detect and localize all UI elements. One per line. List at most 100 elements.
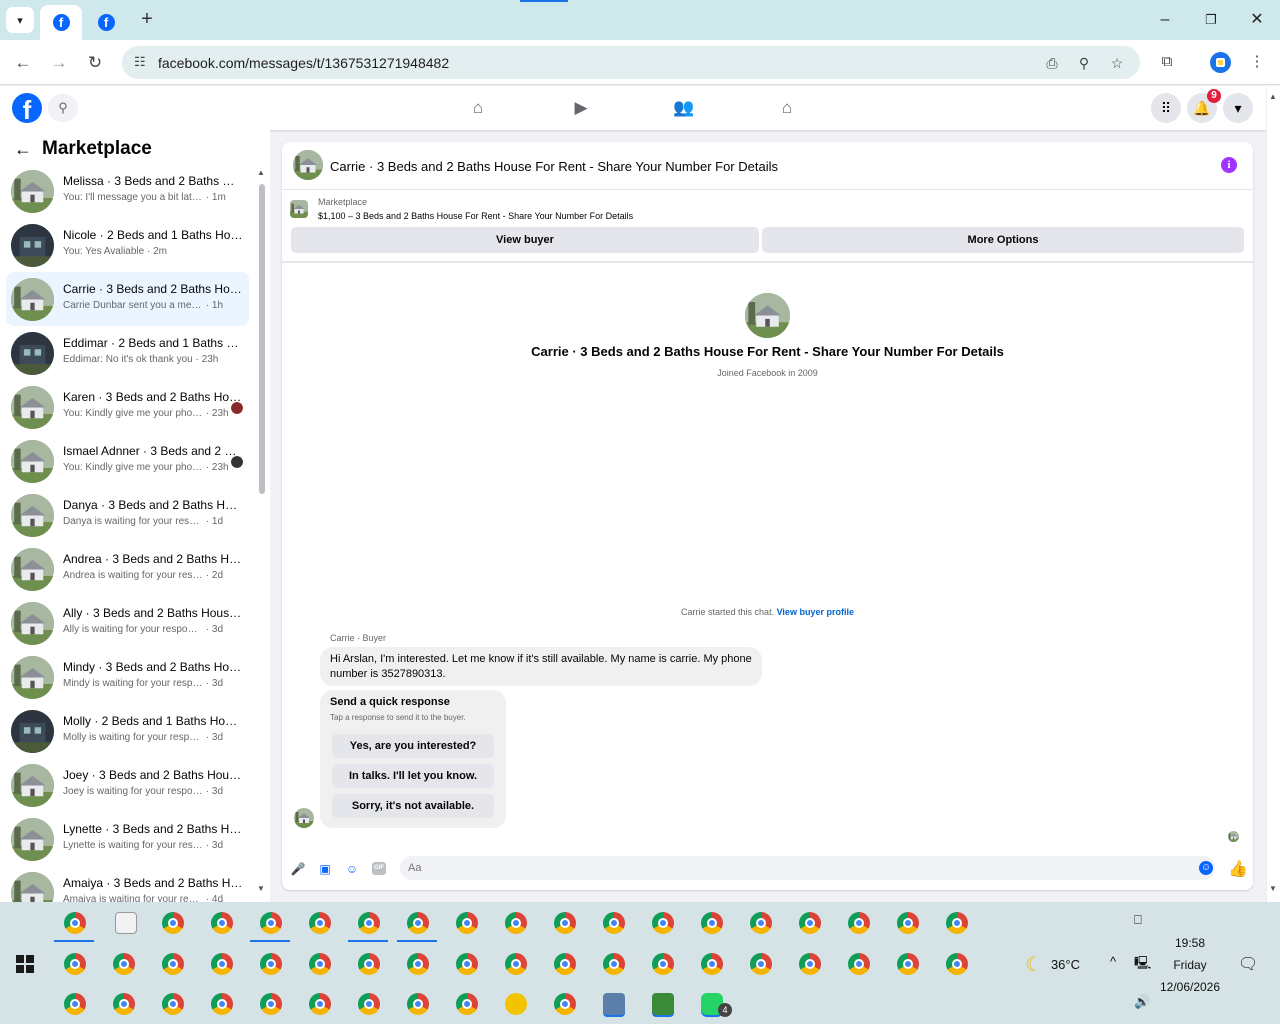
chrome-icon[interactable]	[260, 953, 282, 975]
chrome-icon[interactable]	[946, 953, 968, 975]
tab-search-button[interactable]: ▾	[6, 7, 34, 33]
conversation-item[interactable]: Nicole · 2 Beds and 1 Baths House For Re…	[6, 218, 249, 272]
chrome-icon[interactable]	[162, 912, 184, 934]
chrome-icon[interactable]	[54, 912, 94, 942]
chrome-icon[interactable]	[113, 993, 135, 1015]
conversation-item[interactable]: Andrea · 3 Beds and 2 Baths House For Re…	[6, 542, 249, 596]
chrome-icon[interactable]	[652, 912, 674, 934]
minimize-button[interactable]: –	[1150, 8, 1180, 32]
chrome-icon[interactable]	[309, 953, 331, 975]
quick-reply-button[interactable]: Yes, are you interested?	[332, 734, 494, 758]
conversation-item[interactable]: Ally · 3 Beds and 2 Baths House For Rent…	[6, 596, 249, 650]
chrome-icon[interactable]	[701, 912, 723, 934]
chrome-icon[interactable]	[897, 912, 919, 934]
page-scrollbar[interactable]: ▲ ▼	[1266, 86, 1280, 902]
conversation-item[interactable]: Molly · 2 Beds and 1 Baths House For Ren…	[6, 704, 249, 758]
address-bar[interactable]: ☷ facebook.com/messages/t/13675312719484…	[122, 46, 1140, 79]
windows-start-icon[interactable]	[16, 955, 34, 973]
notification-center-icon[interactable]: 🗨	[1238, 954, 1258, 974]
bookmark-star-icon[interactable]: ☆	[1107, 53, 1127, 73]
chrome-icon[interactable]	[554, 953, 576, 975]
chrome-icon[interactable]	[799, 953, 821, 975]
chrome-icon[interactable]	[64, 993, 86, 1015]
chrome-icon[interactable]	[799, 912, 821, 934]
chat-avatar[interactable]	[293, 150, 323, 180]
portal-app-icon[interactable]	[603, 993, 625, 1015]
extensions-icon[interactable]: ⧉	[1155, 50, 1179, 74]
microphone-icon[interactable]: 🎤	[290, 861, 306, 877]
home-icon[interactable]: ⌂	[466, 96, 490, 120]
chrome-icon[interactable]	[348, 912, 388, 942]
back-button[interactable]: ←	[10, 50, 36, 76]
chrome-icon[interactable]	[701, 953, 723, 975]
chrome-icon[interactable]	[211, 912, 233, 934]
friends-icon[interactable]: 👥	[672, 96, 696, 120]
chrome-icon[interactable]	[162, 993, 184, 1015]
more-options-button[interactable]: More Options	[762, 227, 1244, 253]
menu-grid-icon[interactable]: ⠿	[1151, 93, 1181, 123]
chrome-icon[interactable]	[309, 993, 331, 1015]
volume-icon[interactable]: 🔊	[1134, 994, 1150, 1010]
browser-tab-active[interactable]: f	[40, 5, 82, 40]
site-info-icon[interactable]: ☷	[134, 54, 146, 70]
chrome-icon[interactable]	[897, 953, 919, 975]
profile-avatar-large[interactable]	[745, 293, 790, 338]
document-app-icon[interactable]	[115, 912, 137, 934]
chrome-icon[interactable]	[750, 912, 772, 934]
new-tab-button[interactable]: +	[136, 8, 158, 30]
profile-avatar[interactable]	[1210, 52, 1231, 73]
conversation-item[interactable]: Melissa · 3 Beds and 2 Baths House For R…	[6, 164, 249, 218]
video-icon[interactable]: ▶	[569, 96, 593, 120]
scroll-up-icon[interactable]: ▲	[257, 168, 265, 177]
forward-button[interactable]: →	[46, 50, 72, 76]
conversation-item[interactable]: Mindy · 3 Beds and 2 Baths House For Ren…	[6, 650, 249, 704]
view-buyer-profile-link[interactable]: View buyer profile	[777, 607, 854, 617]
sticker-icon[interactable]: ☺	[344, 861, 360, 877]
photo-icon[interactable]: ▣	[317, 861, 333, 877]
close-window-button[interactable]: ✕	[1242, 8, 1272, 32]
chrome-icon[interactable]	[603, 912, 625, 934]
install-app-icon[interactable]: ⎙	[1042, 53, 1062, 73]
chrome-icon[interactable]	[554, 912, 576, 934]
chrome-icon[interactable]	[603, 953, 625, 975]
weather-widget[interactable]: ☾ 36°C	[1025, 952, 1080, 977]
chrome-icon[interactable]	[64, 953, 86, 975]
restore-button[interactable]: ❐	[1196, 8, 1226, 32]
chrome-icon[interactable]	[211, 993, 233, 1015]
zoom-icon[interactable]: ⚲	[1074, 53, 1094, 73]
chevron-up-icon[interactable]: ^	[1110, 954, 1116, 969]
chart-app-icon[interactable]	[652, 993, 674, 1015]
message-input[interactable]	[400, 856, 1215, 880]
gif-icon[interactable]: GIF	[372, 862, 386, 875]
like-thumb-icon[interactable]: 👍	[1228, 859, 1248, 879]
conversation-item[interactable]: Ismael Adnner · 3 Beds and 2 Baths House…	[6, 434, 249, 488]
scroll-up-icon[interactable]: ▲	[1269, 92, 1277, 101]
chrome-icon[interactable]	[407, 993, 429, 1015]
chrome-icon[interactable]	[407, 953, 429, 975]
chrome-icon[interactable]	[456, 953, 478, 975]
sidebar-scrollbar[interactable]: ▲ ▼	[255, 168, 265, 898]
network-icon[interactable]: 🖳	[1134, 954, 1151, 976]
chrome-icon[interactable]	[358, 953, 380, 975]
conversation-item[interactable]: Carrie · 3 Beds and 2 Baths House For Re…	[6, 272, 249, 326]
facebook-logo[interactable]: f	[12, 93, 42, 123]
chrome-icon[interactable]	[505, 912, 527, 934]
account-chevron-icon[interactable]: ▾	[1223, 93, 1253, 123]
chrome-icon[interactable]	[211, 953, 233, 975]
listing-thumbnail[interactable]	[290, 200, 308, 218]
chrome-icon[interactable]	[113, 953, 135, 975]
chrome-icon[interactable]	[848, 953, 870, 975]
meet-now-icon[interactable]: ⎕	[1134, 912, 1142, 928]
chrome-icon[interactable]	[652, 953, 674, 975]
emoji-icon[interactable]: ☺	[1199, 861, 1213, 875]
ix-app-icon[interactable]	[505, 993, 527, 1015]
chrome-icon[interactable]	[397, 912, 437, 942]
chrome-icon[interactable]	[162, 953, 184, 975]
chrome-icon[interactable]	[750, 953, 772, 975]
conversation-item[interactable]: Lynette · 3 Beds and 2 Baths House For R…	[6, 812, 249, 866]
chat-title[interactable]: Carrie · 3 Beds and 2 Baths House For Re…	[330, 159, 778, 174]
conversation-item[interactable]: Karen · 3 Beds and 2 Baths House For Ren…	[6, 380, 249, 434]
browser-tab[interactable]: f	[88, 5, 124, 40]
scroll-down-icon[interactable]: ▼	[257, 884, 265, 893]
info-icon[interactable]: i	[1221, 157, 1237, 173]
